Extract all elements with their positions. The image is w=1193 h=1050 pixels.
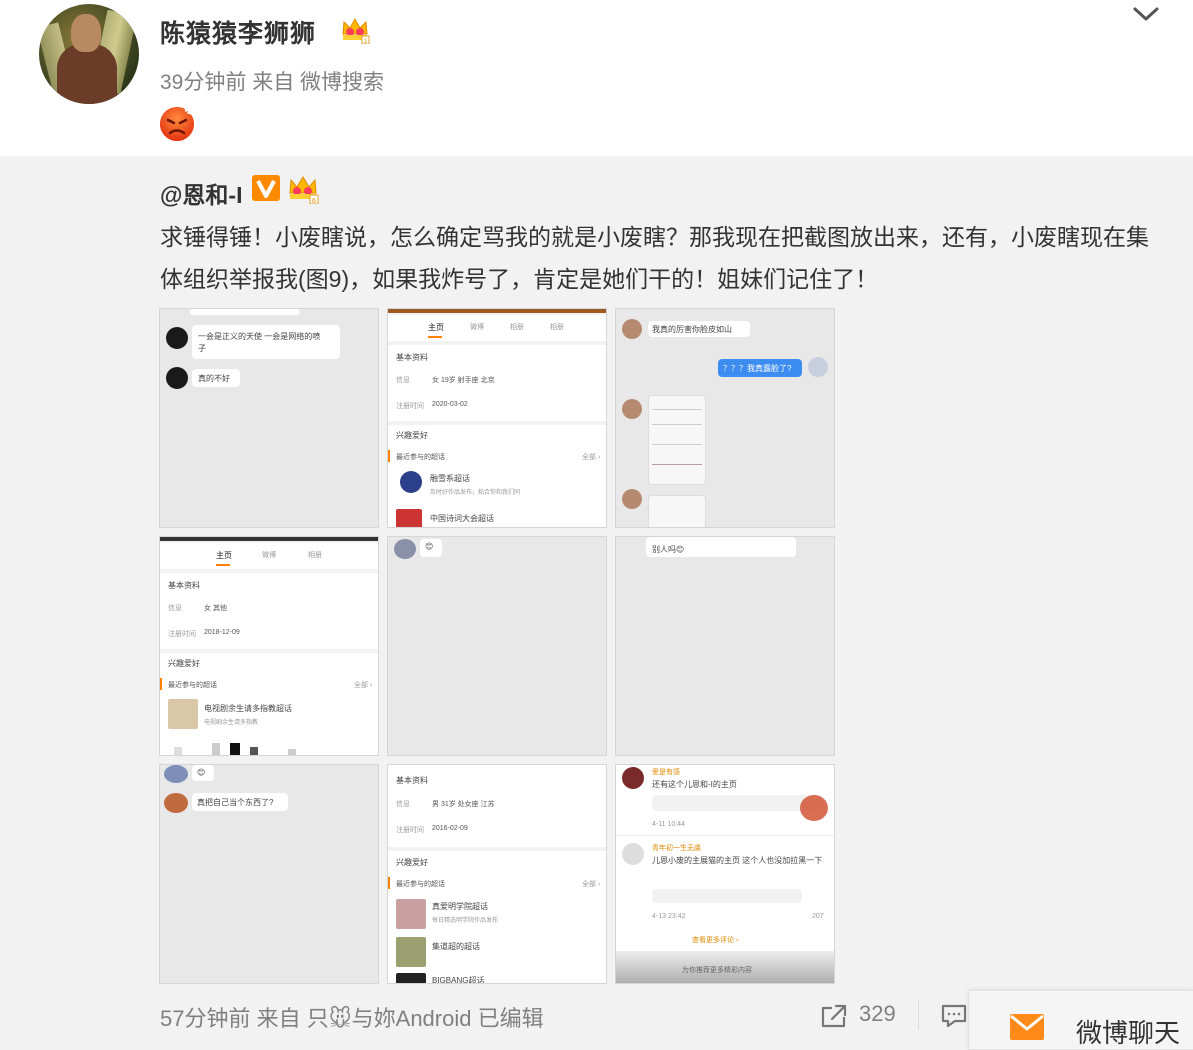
chat-message: 😊 (425, 542, 434, 551)
chat-message: 真把自己当个东西了? (197, 798, 274, 807)
share-count[interactable]: 329 (859, 1001, 896, 1027)
topic-name: 电视剧余生请多指教超话 (204, 704, 292, 713)
chat-message: 😊 (197, 768, 206, 777)
more-comments-link: 查看更多评论 › (692, 937, 739, 944)
field-value: 女 其他 (204, 605, 227, 612)
section-title: 兴趣爱好 (396, 858, 428, 867)
image-thumbnail-4[interactable]: 主页 微博 相册 基本资料 信息 女 其他 注册时间 2018-12-09 兴趣… (159, 536, 379, 756)
section-title: 兴趣爱好 (396, 431, 428, 440)
field-label: 信息 (396, 377, 410, 384)
field-value: 2018-12-09 (204, 629, 240, 636)
image-thumbnail-6[interactable]: 别人吗😊 (615, 536, 835, 756)
chat-label[interactable]: 微博聊天 (1076, 1013, 1180, 1050)
repost-block[interactable]: @恩和-I 6 求锤得锤！小废瞎说，怎么确定骂我的就是小废瞎？那我现在把截图放出… (0, 156, 1193, 1050)
section-title: 基本资料 (396, 776, 428, 785)
section-title: 基本资料 (168, 581, 200, 590)
chat-message: 我真的厉害你脸皮如山 (652, 325, 732, 334)
verified-v-icon (252, 175, 280, 201)
topic-name: 真爱明学院超话 (432, 902, 488, 911)
field-label: 信息 (168, 605, 182, 612)
angry-face-icon (160, 106, 194, 141)
topic-name: 集道超的超话 (432, 942, 480, 951)
author-name[interactable]: 陈猿猿李狮狮 (160, 14, 316, 50)
more-link: 全部 › (582, 454, 601, 461)
divider (918, 1000, 919, 1030)
section-subtitle: 最近参与的超话 (396, 881, 445, 888)
share-icon[interactable] (820, 1003, 848, 1029)
image-thumbnail-5[interactable]: 😊 (387, 536, 607, 756)
comment-time: 4-13 23:42 (652, 913, 686, 920)
field-value: 女 19岁 射手座 北京 (432, 377, 495, 384)
profile-tab: 主页 (428, 323, 444, 332)
image-thumbnail-9[interactable]: 爱是有感 还有这个儿恩和-I的主页 4-11 10:44 青年初一生无虞 儿恩小… (615, 764, 835, 984)
profile-tab: 相册 (550, 324, 564, 331)
recommend-text: 为你推荐更多精彩内容 (682, 967, 752, 974)
field-label: 注册时间 (168, 631, 196, 638)
comment-icon[interactable] (940, 1003, 968, 1029)
image-thumbnail-2[interactable]: 主页 微博 相册 相册 基本资料 信息 女 19岁 射手座 北京 注册时间 20… (387, 308, 607, 528)
more-link: 全部 › (354, 682, 373, 689)
original-author[interactable]: @恩和-I (160, 176, 242, 210)
chat-message: 真的不好 (198, 374, 230, 383)
comment-time: 4-11 10:44 (652, 821, 685, 828)
profile-tab: 相册 (308, 552, 322, 559)
field-label: 注册时间 (396, 403, 424, 410)
chat-message: ？？？我真露脸了? (723, 364, 792, 373)
profile-tab: 微博 (262, 552, 276, 559)
repost-meta: 57分钟前 来自 只🐭与妳Android 已编辑 (160, 1006, 544, 1031)
section-subtitle: 最近参与的超话 (396, 454, 445, 461)
comment-text: 儿恩小废的主展猫的主页 这个人也没加拉黑一下 (652, 856, 823, 865)
image-thumbnail-7[interactable]: 😊 真把自己当个东西了? (159, 764, 379, 984)
topic-name: 融雪系超话 (430, 474, 470, 483)
chat-message: 别人吗😊 (652, 545, 685, 554)
image-thumbnail-3[interactable]: 我真的厉害你脸皮如山 ？？？我真露脸了? (615, 308, 835, 528)
section-title: 兴趣爱好 (168, 659, 200, 668)
topic-desc: 及时好作品发布，粘合你和我们同 (430, 490, 521, 496)
image-thumbnail-1[interactable]: 一会是正义的天使 一会是网络的喷子 真的不好 (159, 308, 379, 528)
mail-icon (1010, 1014, 1044, 1040)
profile-tab: 相册 (510, 324, 524, 331)
chat-widget[interactable]: 微博聊天 (968, 990, 1193, 1050)
crown-badge-icon: 6 (289, 176, 319, 204)
more-link: 全部 › (582, 881, 601, 888)
field-value: 2016-02-09 (432, 825, 468, 832)
topic-name: 中国诗词大会超话 (430, 514, 494, 523)
profile-tab: 主页 (216, 551, 232, 560)
post-meta: 39分钟前 来自 微博搜索 (160, 71, 385, 94)
field-value: 男 31岁 处女座 江苏 (432, 801, 495, 808)
topic-desc: 每日精选明学院作品发布 (432, 918, 499, 924)
chevron-down-icon[interactable] (1132, 4, 1160, 24)
image-thumbnail-8[interactable]: 基本资料 信息 男 31岁 处女座 江苏 注册时间 2016-02-09 兴趣爱… (387, 764, 607, 984)
topic-name: BIGBANG超话 (432, 976, 485, 984)
field-label: 信息 (396, 801, 410, 808)
crown-badge-icon: 1 (342, 17, 370, 44)
author-avatar[interactable] (39, 4, 139, 104)
field-label: 注册时间 (396, 827, 424, 834)
repost-text: 求锤得锤！小废瞎说，怎么确定骂我的就是小废瞎？那我现在把截图放出来，还有，小废瞎… (160, 224, 1149, 292)
like-count: 207 (812, 913, 824, 920)
chat-message: 一会是正义的天使 一会是网络的喷子 (198, 332, 321, 353)
comment-author: 爱是有感 (652, 769, 680, 776)
topic-desc: 电视剧余生请多指教 (204, 720, 259, 726)
profile-tab: 微博 (470, 324, 484, 331)
svg-text:6: 6 (312, 198, 316, 204)
section-title: 基本资料 (396, 353, 428, 362)
comment-author: 青年初一生无虞 (652, 845, 701, 852)
section-subtitle: 最近参与的超话 (168, 682, 217, 689)
comment-text: 还有这个儿恩和-I的主页 (652, 780, 737, 789)
field-value: 2020-03-02 (432, 401, 468, 408)
